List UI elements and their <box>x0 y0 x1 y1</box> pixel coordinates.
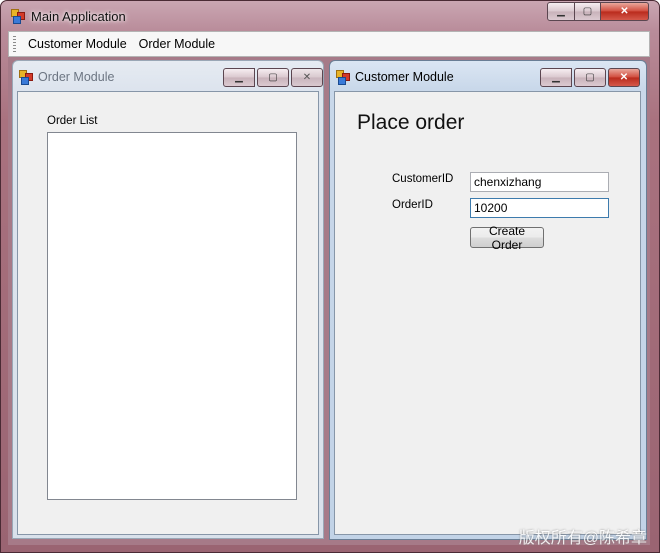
main-window-title: Main Application <box>31 8 126 24</box>
minimize-button[interactable]: ▁ <box>547 2 575 21</box>
customer-maximize-button[interactable]: ▢ <box>574 68 606 87</box>
menu-bar: Customer Module Order Module <box>8 31 650 57</box>
watermark-text: 版权所有@陈希章 <box>518 530 647 547</box>
order-maximize-button[interactable]: ▢ <box>257 68 289 87</box>
order-module-controls: ▁ ▢ ✕ <box>223 68 323 87</box>
order-close-button[interactable]: ✕ <box>291 68 323 87</box>
maximize-button[interactable]: ▢ <box>575 2 601 21</box>
order-minimize-button[interactable]: ▁ <box>223 68 255 87</box>
customer-id-input[interactable] <box>470 172 609 192</box>
customer-module-icon[interactable] <box>336 70 350 85</box>
customer-minimize-button[interactable]: ▁ <box>540 68 572 87</box>
order-module-title: Order Module <box>38 70 115 84</box>
main-title-bar[interactable]: Main Application <box>11 7 126 25</box>
main-application-window: Main Application ▁ ▢ ✕ Customer Module O… <box>0 0 660 553</box>
close-button[interactable]: ✕ <box>601 2 649 21</box>
order-module-icon[interactable] <box>19 70 33 85</box>
menu-item-customer-module[interactable]: Customer Module <box>22 37 133 51</box>
customer-id-label: CustomerID <box>392 173 454 185</box>
menu-grip-icon[interactable] <box>13 36 16 52</box>
customer-module-body: Place order CustomerID OrderID Create Or… <box>334 91 641 535</box>
order-module-window: Order Module ▁ ▢ ✕ Order List <box>12 60 324 539</box>
mdi-client-area: Order Module ▁ ▢ ✕ Order List Customer M… <box>8 57 650 545</box>
main-window-controls: ▁ ▢ ✕ <box>547 2 649 21</box>
customer-module-title-bar[interactable]: Customer Module <box>336 70 454 85</box>
order-list-box[interactable] <box>47 132 297 500</box>
page-heading: Place order <box>357 111 465 134</box>
order-id-label: OrderID <box>392 199 433 211</box>
create-order-button[interactable]: Create Order <box>470 224 544 252</box>
customer-module-title: Customer Module <box>355 70 454 84</box>
order-id-input[interactable] <box>470 198 609 218</box>
order-module-title-bar[interactable]: Order Module <box>19 70 115 85</box>
customer-close-button[interactable]: ✕ <box>608 68 640 87</box>
order-module-body: Order List <box>17 91 319 535</box>
order-list-label: Order List <box>47 115 98 127</box>
application-icon[interactable] <box>11 9 25 24</box>
customer-module-controls: ▁ ▢ ✕ <box>540 68 640 87</box>
menu-item-order-module[interactable]: Order Module <box>133 37 221 51</box>
customer-module-window: Customer Module ▁ ▢ ✕ Place order Custom… <box>329 60 647 540</box>
